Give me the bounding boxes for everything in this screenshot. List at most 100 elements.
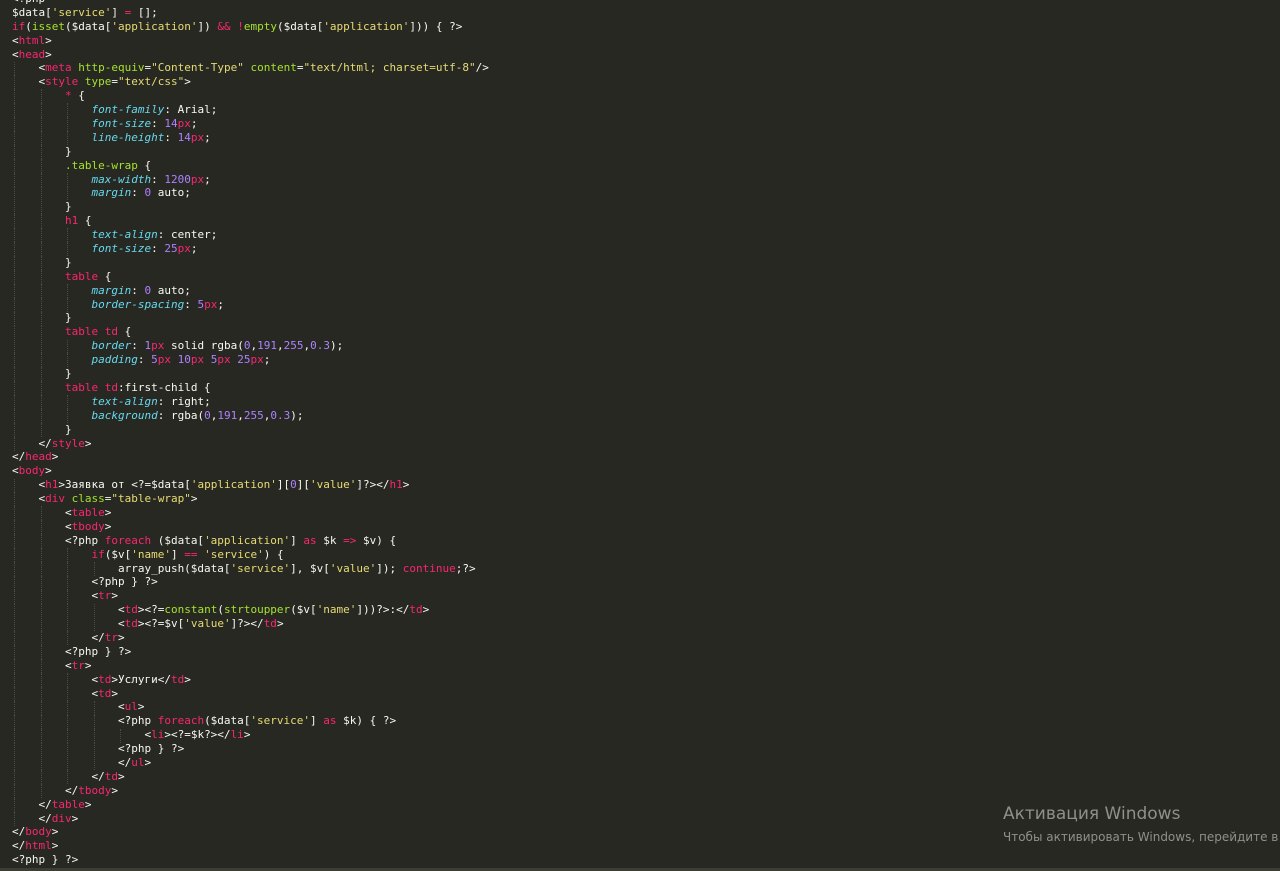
code-token: > [71,811,79,825]
code-line[interactable]: table td { [12,325,489,339]
code-line[interactable]: <head> [12,48,489,62]
code-line[interactable]: </tbody> [12,784,489,798]
code-line[interactable]: </tr> [12,631,489,645]
code-line[interactable]: max-width: 1200px; [12,173,489,187]
code-line[interactable]: } [12,367,489,381]
code-line[interactable]: <tr> [12,589,489,603]
code-line[interactable]: </style> [12,437,489,451]
code-line[interactable]: .table-wrap { [12,159,489,173]
code-line[interactable]: </td> [12,770,489,784]
code-line[interactable]: <td> [12,687,489,701]
code-line[interactable]: line-height: 14px; [12,131,489,145]
code-token: if [12,19,26,33]
code-line[interactable]: <style type="text/css"> [12,75,489,89]
code-line[interactable]: padding: 5px 10px 5px 25px; [12,353,489,367]
code-line[interactable]: <tbody> [12,520,489,534]
code-line[interactable]: font-size: 14px; [12,117,489,131]
code-line[interactable]: font-size: 25px; [12,242,489,256]
watermark-title: Активация Windows [1003,804,1181,824]
code-token: > [243,728,251,742]
code-line[interactable]: border: 1px solid rgba(0,191,255,0.3); [12,339,489,353]
code-line[interactable]: table td:first-child { [12,381,489,395]
code-area[interactable]: <?php$data['service'] = [];if(isset($dat… [12,0,489,867]
windows-activation-watermark: Активация Windows Чтобы активировать Win… [1003,803,1278,846]
code-line[interactable]: <h1>Заявка от <?=$data['application'][0]… [12,478,489,492]
code-token: :first-child { [117,380,211,394]
code-line[interactable]: </div> [12,812,489,826]
code-token: 255 [243,408,264,422]
code-line[interactable]: border-spacing: 5px; [12,298,489,312]
code-token: : [137,353,152,367]
code-line[interactable]: font-family: Arial; [12,103,489,117]
code-line[interactable]: <html> [12,34,489,48]
code-line[interactable]: } [12,200,489,214]
code-line[interactable]: <tr> [12,659,489,673]
code-line[interactable]: <div class="table-wrap"> [12,492,489,506]
code-token: } [12,200,72,214]
code-token: > [84,436,92,450]
code-line[interactable]: <?php } ?> [12,853,489,867]
code-line[interactable]: h1 { [12,214,489,228]
code-line[interactable]: } [12,256,489,270]
code-token: < [12,492,46,506]
code-line[interactable]: background: rgba(0,191,255,0.3); [12,409,489,423]
code-token: "table-wrap" [111,492,191,506]
code-token: : [131,339,145,353]
code-token: 1200 [164,172,191,186]
code-token: "Content-Type" [151,61,244,75]
code-token: table [51,797,85,811]
code-token: <?php } ?> [12,575,158,589]
code-line[interactable]: } [12,423,489,437]
code-token: head [25,450,52,464]
code-line[interactable]: </ul> [12,756,489,770]
code-line[interactable]: <td>Услуги</td> [12,673,489,687]
code-token: </ [12,783,79,797]
code-token: 'application' [204,533,291,547]
code-line[interactable]: <td><?=constant(strtoupper($v['name']))?… [12,603,489,617]
code-line[interactable]: <?php foreach ($data['application'] as $… [12,534,489,548]
code-editor[interactable]: <?php$data['service'] = [];if(isset($dat… [0,0,1280,871]
code-line[interactable]: <?php } ?> [12,575,489,589]
code-line[interactable]: text-align: center; [12,228,489,242]
code-line[interactable]: <?php foreach($data['service'] as $k) { … [12,714,489,728]
code-line[interactable]: <?php } ?> [12,645,489,659]
code-line[interactable]: if(isset($data['application']) && !empty… [12,20,489,34]
code-token: < [12,75,46,89]
code-line[interactable]: } [12,311,489,325]
code-line[interactable]: </head> [12,450,489,464]
code-line[interactable]: <td><?=$v['value']?></td> [12,617,489,631]
code-token: text-align [91,394,158,408]
code-line[interactable]: </table> [12,798,489,812]
code-token: ($data[ [65,19,112,33]
code-line[interactable]: <?php } ?> [12,742,489,756]
code-line[interactable]: } [12,145,489,159]
code-line[interactable]: margin: 0 auto; [12,186,489,200]
code-line[interactable]: <ul> [12,700,489,714]
code-line[interactable]: margin: 0 auto; [12,284,489,298]
code-line[interactable]: </html> [12,839,489,853]
code-line[interactable]: </body> [12,825,489,839]
code-token: < [12,686,99,700]
code-line[interactable]: <meta http-equiv="Content-Type" content=… [12,61,488,75]
code-token: ><?= [137,603,165,617]
code-token: div [45,492,65,506]
code-token: < [12,589,99,603]
code-token: && [217,19,231,33]
code-token: ( [217,603,224,617]
code-line[interactable]: $data['service'] = []; [12,6,489,20]
code-line[interactable]: <table> [12,506,489,520]
code-line[interactable]: text-align: right; [12,395,489,409]
code-line[interactable]: array_push($data['service'], $v['value']… [12,562,489,576]
code-line[interactable]: if($v['name'] == 'service') { [12,548,489,562]
code-line[interactable]: * { [12,89,489,103]
code-token: > [45,33,52,47]
code-line[interactable]: <body> [12,464,489,478]
code-token: > [84,658,92,672]
code-line[interactable]: table { [12,270,489,284]
code-line[interactable]: <li><?=$k?></li> [12,728,489,742]
